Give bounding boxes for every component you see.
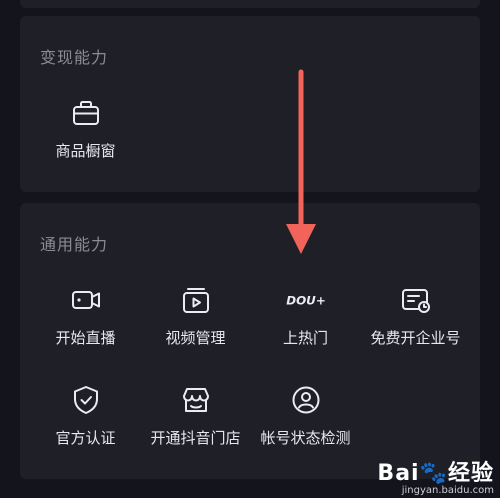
dou-plus-text: DOU+	[286, 294, 326, 308]
tool-label: 开始直播	[55, 329, 116, 347]
tool-start-live[interactable]: 开始直播	[28, 283, 143, 348]
tool-official-verify[interactable]: 官方认证	[28, 383, 143, 448]
general-section: 通用能力 开始直播 视频管理 DOU+ 上热门 免费开企业号 官方认证 开通抖音…	[20, 203, 480, 479]
tool-label: 开通抖音门店	[150, 429, 241, 447]
watermark-brand: Bai🐾经验	[377, 461, 494, 486]
account-check-icon	[292, 386, 319, 414]
previous-section-card	[20, 0, 480, 8]
tool-label: 视频管理	[165, 329, 226, 347]
tool-label: 商品橱窗	[55, 142, 116, 160]
enterprise-card-icon	[401, 289, 430, 313]
paw-icon: 🐾	[419, 461, 448, 486]
video-camera-icon	[71, 291, 100, 309]
tool-video-manage[interactable]: 视频管理	[138, 283, 253, 348]
tool-product-showcase[interactable]: 商品橱窗	[28, 96, 143, 161]
annotation-arrow	[286, 69, 316, 254]
tool-enterprise-account[interactable]: 免费开企业号	[358, 283, 473, 348]
tool-label: 上热门	[282, 329, 328, 347]
briefcase-icon	[72, 101, 99, 125]
section-title-general: 通用能力	[40, 235, 109, 254]
tool-account-status-check[interactable]: 帐号状态检测	[248, 383, 363, 448]
tool-hot-promote[interactable]: DOU+ 上热门	[248, 283, 363, 348]
section-title-monetize: 变现能力	[40, 48, 109, 67]
tool-label: 官方认证	[55, 429, 116, 447]
tool-label: 帐号状态检测	[260, 429, 351, 447]
watermark: Bai🐾经验 jingyan.baidu.com	[377, 455, 494, 496]
video-manage-icon	[182, 288, 209, 313]
monetize-section: 变现能力 商品橱窗	[20, 16, 480, 192]
store-icon	[182, 388, 209, 412]
dou-plus-icon: DOU+	[286, 294, 326, 308]
tool-label: 免费开企业号	[370, 329, 461, 347]
tool-open-store[interactable]: 开通抖音门店	[138, 383, 253, 448]
shield-check-icon	[73, 386, 98, 414]
